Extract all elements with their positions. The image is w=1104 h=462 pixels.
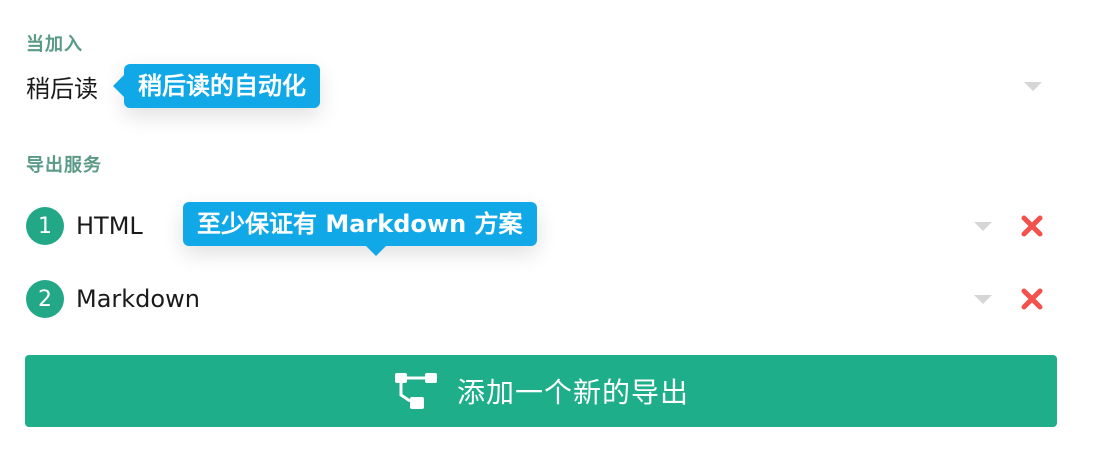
close-x-icon[interactable] xyxy=(1018,285,1046,313)
close-x-icon[interactable] xyxy=(1018,212,1046,240)
trigger-select-value: 稍后读 xyxy=(26,74,98,103)
export-row[interactable]: 2 Markdown xyxy=(26,277,1056,321)
export-tooltip: 至少保证有 Markdown 方案 xyxy=(183,202,537,256)
caret-down-icon[interactable] xyxy=(974,222,992,231)
add-export-button-label: 添加一个新的导出 xyxy=(456,376,689,409)
trigger-tooltip: 稍后读的自动化 xyxy=(113,64,320,108)
export-index-badge: 2 xyxy=(26,280,64,318)
export-index-badge: 1 xyxy=(26,207,64,245)
caret-down-icon[interactable] xyxy=(974,295,992,304)
export-section-label: 导出服务 xyxy=(26,155,102,176)
export-row[interactable]: 1 HTML xyxy=(26,204,1056,248)
export-settings-panel: 当加入 稍后读 稍后读的自动化 导出服务 1 HTML 2 Markdown 至… xyxy=(0,0,1104,462)
add-export-button[interactable]: 添加一个新的导出 xyxy=(25,355,1057,427)
trigger-section-label: 当加入 xyxy=(26,34,83,55)
export-service-name: Markdown xyxy=(76,285,200,313)
caret-down-icon[interactable] xyxy=(1024,82,1042,91)
export-service-name: HTML xyxy=(76,212,143,240)
flow-branch-icon xyxy=(394,373,437,409)
